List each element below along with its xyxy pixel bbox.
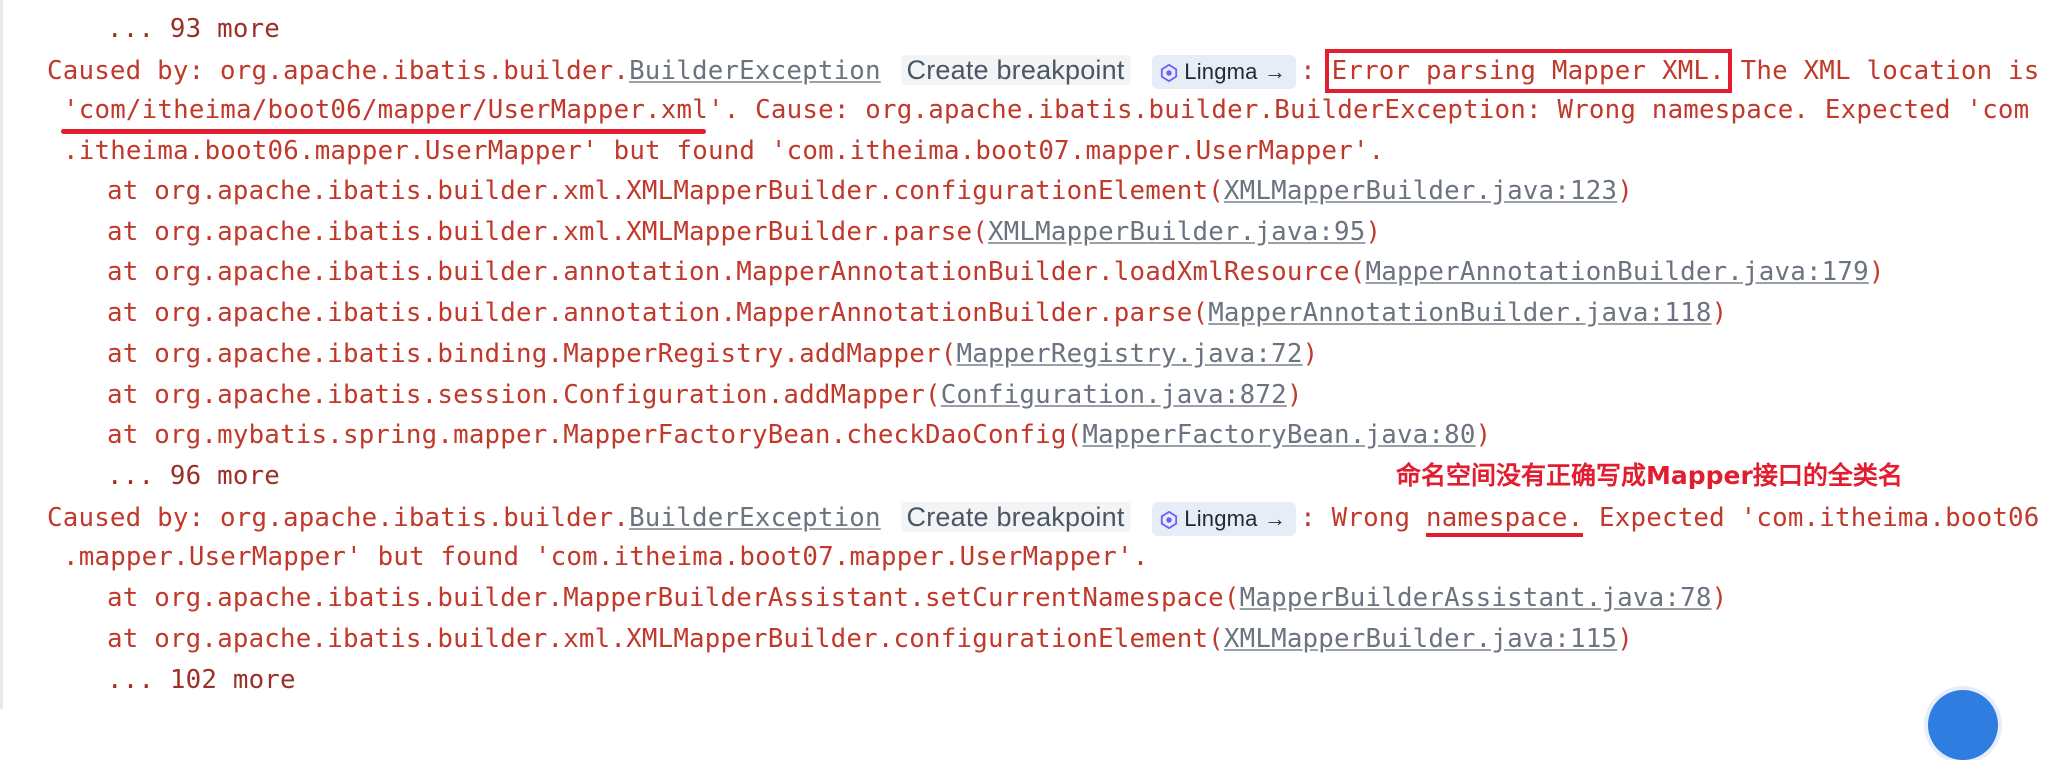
- chinese-annotation: 命名空间没有正确写成Mapper接口的全类名: [1396, 461, 1903, 490]
- highlighted-xml-location: 'com/itheima/boot06/mapper/UserMapper.xm…: [63, 95, 724, 125]
- floating-assistant-button[interactable]: [1928, 690, 1998, 760]
- stack-frame: at org.apache.ibatis.builder.xml.XMLMapp…: [107, 619, 1633, 660]
- source-link[interactable]: XMLMapperBuilder.java:115: [1224, 624, 1617, 654]
- continuation-line: 'com/itheima/boot06/mapper/UserMapper.xm…: [63, 90, 2029, 131]
- lingma-button[interactable]: Lingma →: [1152, 501, 1297, 536]
- exception-class-link[interactable]: BuilderException: [629, 503, 881, 533]
- stack-frame: at org.apache.ibatis.builder.MapperBuild…: [107, 578, 1727, 619]
- source-link[interactable]: MapperAnnotationBuilder.java:179: [1365, 257, 1868, 287]
- source-link[interactable]: XMLMapperBuilder.java:123: [1224, 176, 1617, 206]
- exception-prefix: Caused by: org.apache.ibatis.builder.: [47, 503, 630, 533]
- continuation-line: .mapper.UserMapper' but found 'com.ithei…: [63, 537, 1148, 578]
- lingma-label: Lingma: [1184, 58, 1258, 84]
- lingma-icon: [1161, 63, 1178, 82]
- source-link[interactable]: MapperBuilderAssistant.java:78: [1240, 583, 1712, 613]
- caused-by-line: Caused by: org.apache.ibatis.builder.Bui…: [47, 497, 2040, 538]
- more-frames-text: ... 102 more: [107, 665, 296, 695]
- stack-frame: at org.apache.ibatis.builder.xml.XMLMapp…: [107, 212, 1381, 253]
- error-prefix-text: : Wrong: [1300, 503, 1426, 533]
- caused-by-line: Caused by: org.apache.ibatis.builder.Bui…: [47, 49, 2040, 93]
- underlined-namespace: namespace.: [1426, 503, 1584, 537]
- stack-frame-method: at org.apache.ibatis.session.Configurati…: [107, 380, 941, 410]
- xml-location-underline: [61, 129, 706, 134]
- stack-frame-method: at org.apache.ibatis.builder.xml.XMLMapp…: [107, 217, 988, 247]
- stack-frame-method: at org.apache.ibatis.builder.xml.XMLMapp…: [107, 176, 1224, 206]
- stack-frame-method: at org.apache.ibatis.builder.MapperBuild…: [107, 583, 1240, 613]
- lingma-label: Lingma: [1184, 505, 1258, 531]
- lingma-button[interactable]: Lingma →: [1152, 54, 1297, 89]
- create-breakpoint-button[interactable]: Create breakpoint: [900, 502, 1131, 532]
- stack-frame: at org.apache.ibatis.builder.annotation.…: [107, 252, 1885, 293]
- arrow-right-icon: →: [1263, 58, 1287, 84]
- exception-prefix: Caused by: org.apache.ibatis.builder.: [47, 56, 630, 86]
- paren-close: ): [1711, 583, 1728, 613]
- more-frames-line: ... 96 more: [107, 456, 280, 497]
- paren-close: ): [1475, 420, 1492, 450]
- stack-frame-method: at org.apache.ibatis.builder.annotation.…: [107, 298, 1209, 328]
- error-message-rest: Expected 'com.itheima.boot06: [1583, 503, 2040, 533]
- stack-frame-method: at org.apache.ibatis.builder.annotation.…: [107, 257, 1366, 287]
- source-link[interactable]: Configuration.java:872: [941, 380, 1287, 410]
- separator-colon: :: [1300, 56, 1316, 86]
- lingma-icon: [1161, 510, 1178, 529]
- source-link[interactable]: XMLMapperBuilder.java:95: [988, 217, 1366, 247]
- stack-frame-method: at org.mybatis.spring.mapper.MapperFacto…: [107, 420, 1083, 450]
- stack-frame: at org.mybatis.spring.mapper.MapperFacto…: [107, 415, 1491, 456]
- exception-class-link[interactable]: BuilderException: [629, 56, 881, 86]
- continuation-text: .itheima.boot06.mapper.UserMapper' but f…: [63, 136, 1385, 166]
- paren-close: ): [1365, 217, 1382, 247]
- arrow-right-icon: →: [1263, 505, 1287, 531]
- more-frames-text: ... 93 more: [107, 14, 281, 44]
- stack-frame: at org.apache.ibatis.session.Configurati…: [107, 375, 1303, 416]
- stack-frame: at org.apache.ibatis.builder.annotation.…: [107, 293, 1727, 334]
- cause-text: . Cause: org.apache.ibatis.builder.Build…: [723, 95, 2030, 125]
- stack-frame: at org.apache.ibatis.builder.xml.XMLMapp…: [107, 171, 1633, 212]
- paren-close: ): [1868, 257, 1885, 287]
- stack-frame: at org.apache.ibatis.binding.MapperRegis…: [107, 334, 1318, 375]
- continuation-text: .mapper.UserMapper' but found 'com.ithei…: [63, 542, 1149, 572]
- highlighted-error-message: Error parsing Mapper XML.: [1324, 49, 1732, 93]
- continuation-line: .itheima.boot06.mapper.UserMapper' but f…: [63, 131, 1384, 172]
- more-frames-line: ... 93 more: [107, 9, 280, 50]
- stack-frame-method: at org.apache.ibatis.builder.xml.XMLMapp…: [107, 624, 1224, 654]
- paren-close: ): [1617, 176, 1633, 206]
- source-link[interactable]: MapperRegistry.java:72: [956, 339, 1302, 369]
- more-frames-text: ... 96 more: [107, 461, 281, 491]
- source-link[interactable]: MapperAnnotationBuilder.java:118: [1208, 298, 1711, 328]
- paren-close: ): [1617, 624, 1633, 654]
- create-breakpoint-button[interactable]: Create breakpoint: [900, 55, 1131, 85]
- more-frames-line: ... 102 more: [107, 660, 296, 701]
- paren-close: ): [1711, 298, 1728, 328]
- stack-frame-method: at org.apache.ibatis.binding.MapperRegis…: [107, 339, 957, 369]
- source-link[interactable]: MapperFactoryBean.java:80: [1082, 420, 1475, 450]
- console-output: ... 93 more Caused by: org.apache.ibatis…: [0, 0, 2045, 760]
- error-message-rest: The XML location is: [1724, 56, 2040, 86]
- paren-close: ): [1302, 339, 1319, 369]
- paren-close: ): [1286, 380, 1303, 410]
